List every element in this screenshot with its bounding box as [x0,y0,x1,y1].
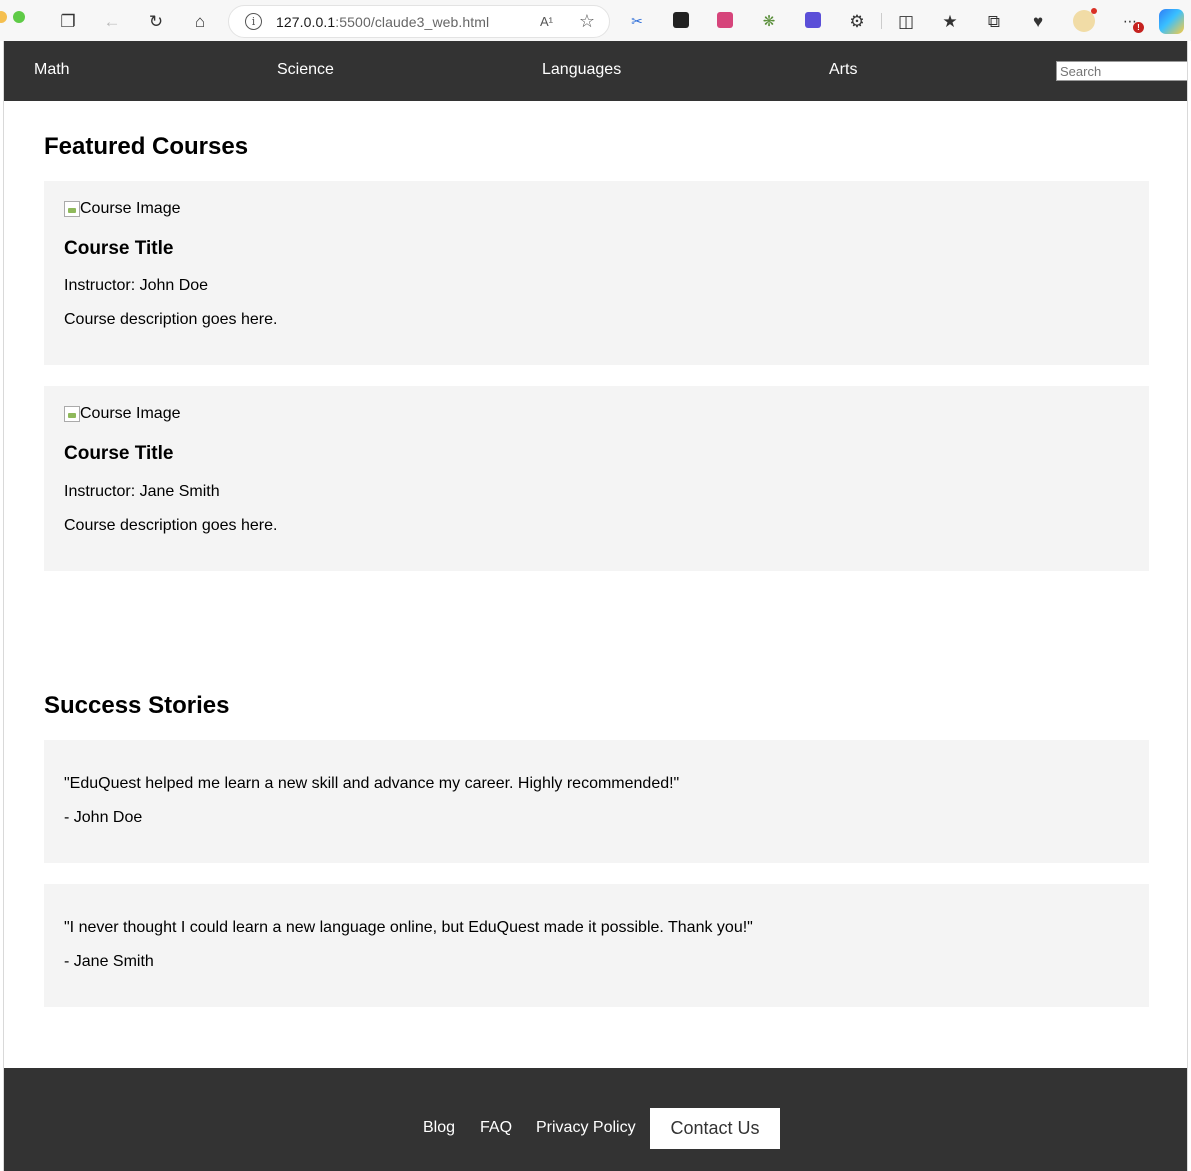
split-screen-icon[interactable]: ◫ [894,9,918,33]
url-path: :5500/claude3_web.html [335,13,490,30]
tab-actions-icon[interactable]: ❐ [56,9,80,33]
favorites-icon[interactable]: ★ [938,9,962,33]
course-description: Course description goes here. [64,517,278,534]
copilot-icon[interactable] [1159,9,1184,34]
extension-translate-icon[interactable] [717,12,733,28]
maximize-window-button[interactable] [13,11,25,23]
notification-badge: ! [1133,22,1144,33]
featured-courses-heading: Featured Courses [44,133,249,160]
course-image-alt: Course Image [80,405,181,422]
nav-link-science[interactable]: Science [277,61,334,79]
search-input[interactable] [1056,61,1187,81]
course-title: Course Title [64,238,174,259]
page-viewport: Math Science Languages Arts Featured Cou… [3,41,1188,1171]
testimonial-quote: "I never thought I could learn a new lan… [64,919,753,936]
collections-icon[interactable]: ⧉ [982,9,1006,33]
scissors-extension-icon[interactable]: ✂ [625,9,649,33]
extensions-puzzle-icon[interactable]: ⚙ [845,9,869,33]
browser-essentials-icon[interactable]: ♥ [1026,9,1050,33]
course-title: Course Title [64,443,174,464]
home-icon[interactable]: ⌂ [188,9,212,33]
course-image: Course Image [64,200,181,218]
profile-avatar[interactable] [1073,8,1097,32]
extension-dark-icon[interactable] [673,12,689,28]
footer-link-faq[interactable]: FAQ [480,1119,512,1137]
testimonial-card: "I never thought I could learn a new lan… [44,884,1149,1007]
success-stories-heading: Success Stories [44,692,230,719]
favorite-star-icon[interactable]: ☆ [579,11,595,32]
extension-tdk-icon[interactable] [805,12,821,28]
top-nav: Math Science Languages Arts [4,41,1187,101]
course-image: Course Image [64,405,181,423]
contact-us-button[interactable]: Contact Us [650,1108,780,1149]
footer-link-privacy[interactable]: Privacy Policy [536,1119,636,1137]
nav-link-math[interactable]: Math [34,61,70,79]
course-instructor: Instructor: John Doe [64,277,209,294]
broken-image-icon [64,406,80,422]
testimonial-card: "EduQuest helped me learn a new skill an… [44,740,1149,863]
testimonial-author: - John Doe [64,809,143,826]
back-arrow-icon[interactable]: ← [100,9,124,33]
reload-icon[interactable]: ↻ [144,9,168,33]
url-host: 127.0.0.1 [276,13,336,30]
course-description: Course description goes here. [64,311,278,328]
address-url: 127.0.0.1:5500/claude3_web.html [276,14,489,30]
page-footer: Blog FAQ Privacy Policy Contact Us [4,1068,1187,1171]
broken-image-icon [64,201,80,217]
testimonial-author: - Jane Smith [64,953,154,970]
course-card: Course Image Course Title Instructor: Ja… [44,386,1149,571]
footer-link-blog[interactable]: Blog [423,1119,455,1137]
nav-link-languages[interactable]: Languages [542,61,621,79]
minimize-window-button[interactable] [0,11,7,23]
browser-toolbar: ❐ ← ↻ ⌂ i 127.0.0.1:5500/claude3_web.htm… [0,0,1191,41]
extension-atom-icon[interactable]: ❋ [757,9,781,33]
address-bar[interactable]: i 127.0.0.1:5500/claude3_web.html A¹ ☆ [228,5,610,38]
toolbar-divider [881,13,882,29]
course-image-alt: Course Image [80,200,181,217]
testimonial-quote: "EduQuest helped me learn a new skill an… [64,775,680,792]
read-aloud-icon[interactable]: A¹ [540,14,553,29]
nav-link-arts[interactable]: Arts [829,61,857,79]
course-instructor: Instructor: Jane Smith [64,483,220,500]
site-info-icon[interactable]: i [245,13,262,30]
course-card: Course Image Course Title Instructor: Jo… [44,181,1149,365]
